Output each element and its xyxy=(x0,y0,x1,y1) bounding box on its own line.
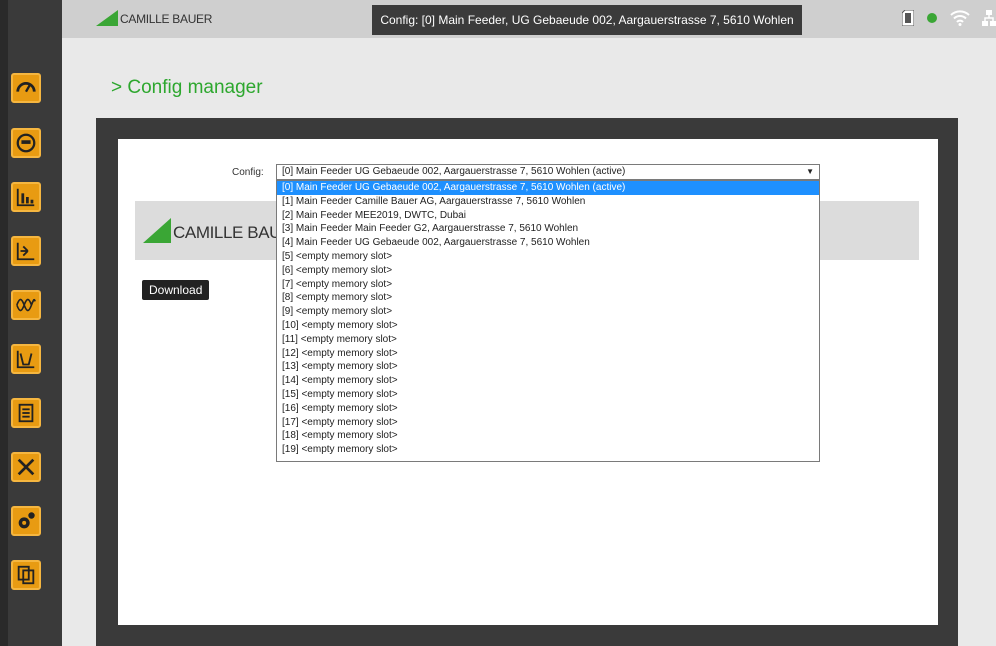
bar-chart-icon xyxy=(16,188,35,207)
dropdown-option[interactable]: [3] Main Feeder Main Feeder G2, Aargauer… xyxy=(277,222,819,236)
list-icon xyxy=(18,403,34,423)
gauge-icon xyxy=(16,82,36,93)
dropdown-option[interactable]: [9] <empty memory slot> xyxy=(277,305,819,319)
dropdown-option[interactable]: [19] <empty memory slot> xyxy=(277,443,819,457)
config-title: Config: [0] Main Feeder, UG Gebaeude 002… xyxy=(372,5,802,35)
sidebar-item-waveform[interactable] xyxy=(11,344,41,374)
download-button[interactable]: Download xyxy=(142,280,210,300)
dropdown-option[interactable]: [4] Main Feeder UG Gebaeude 002, Aargaue… xyxy=(277,236,819,250)
phasor-icon xyxy=(16,242,35,261)
page-title: > Config manager xyxy=(111,77,263,98)
dropdown-option[interactable]: [15] <empty memory slot> xyxy=(277,388,819,402)
waveform-icon xyxy=(16,350,35,369)
network-icon xyxy=(982,10,996,26)
dropdown-option[interactable]: [14] <empty memory slot> xyxy=(277,374,819,388)
dropdown-option[interactable]: [0] Main Feeder UG Gebaeude 002, Aargaue… xyxy=(277,181,819,195)
sidebar-item-tools[interactable] xyxy=(11,452,41,482)
sidebar-item-files[interactable] xyxy=(11,560,41,590)
dropdown-option[interactable]: [13] <empty memory slot> xyxy=(277,360,819,374)
top-bar: CAMILLE BAUER Config: [0] Main Feeder, U… xyxy=(62,0,996,38)
logo-text: CAMILLE BAUER xyxy=(120,12,213,26)
banner-logo: CAMILLE BAUER xyxy=(143,218,279,243)
left-sidebar xyxy=(0,0,62,646)
sidebar-item-list[interactable] xyxy=(11,398,41,428)
config-dropdown-list[interactable]: [0] Main Feeder UG Gebaeude 002, Aargaue… xyxy=(276,180,820,462)
dropdown-option[interactable]: [18] <empty memory slot> xyxy=(277,429,819,443)
dropdown-option[interactable]: [6] <empty memory slot> xyxy=(277,264,819,278)
sidebar-item-phasor[interactable] xyxy=(11,236,41,266)
dropdown-option[interactable]: [10] <empty memory slot> xyxy=(277,319,819,333)
dropdown-option[interactable]: [8] <empty memory slot> xyxy=(277,291,819,305)
sidebar-item-settings[interactable] xyxy=(11,506,41,536)
dropdown-option[interactable]: [1] Main Feeder Camille Bauer AG, Aargau… xyxy=(277,195,819,209)
dropdown-option[interactable]: [11] <empty memory slot> xyxy=(277,333,819,347)
camille-bauer-logo: CAMILLE BAUER xyxy=(96,10,212,26)
config-select-value: [0] Main Feeder UG Gebaeude 002, Aargaue… xyxy=(282,166,626,177)
dropdown-option[interactable]: [12] <empty memory slot> xyxy=(277,347,819,361)
status-dot-icon xyxy=(926,12,938,24)
sidebar-item-harmonics[interactable] xyxy=(11,290,41,320)
dropdown-option[interactable]: [17] <empty memory slot> xyxy=(277,416,819,430)
harmonics-icon xyxy=(16,298,36,312)
sidebar-edge xyxy=(0,0,8,646)
config-label: Config: xyxy=(232,167,264,178)
chevron-down-icon: ▼ xyxy=(806,167,814,176)
dropdown-option[interactable]: [5] <empty memory slot> xyxy=(277,250,819,264)
logo-triangle-icon xyxy=(96,10,118,26)
banner-logo-triangle-icon xyxy=(143,218,171,243)
sidebar-item-meter[interactable] xyxy=(11,128,41,158)
dropdown-option[interactable]: [2] Main Feeder MEE2019, DWTC, Dubai xyxy=(277,209,819,223)
settings-gear-icon xyxy=(18,512,35,529)
status-icons xyxy=(902,10,996,26)
meter-icon xyxy=(16,133,36,153)
banner-logo-text: CAMILLE BAUER xyxy=(173,223,279,242)
dropdown-option[interactable]: [7] <empty memory slot> xyxy=(277,278,819,292)
config-select[interactable]: [0] Main Feeder UG Gebaeude 002, Aargaue… xyxy=(276,164,820,180)
tools-icon xyxy=(17,458,35,476)
files-icon xyxy=(17,565,35,585)
sidebar-item-gauge[interactable] xyxy=(11,73,41,103)
dropdown-option[interactable]: [16] <empty memory slot> xyxy=(277,402,819,416)
wifi-icon xyxy=(950,10,970,26)
sidebar-item-bar-chart[interactable] xyxy=(11,182,41,212)
sd-card-icon xyxy=(902,10,914,26)
